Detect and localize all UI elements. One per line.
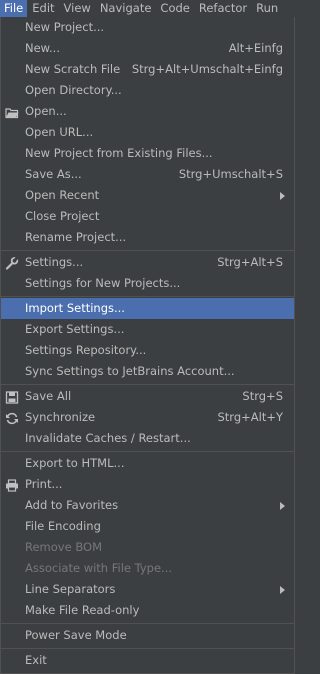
menu-item-label: Add to Favorites [25, 498, 119, 512]
menu-item-open[interactable]: Open... [1, 101, 294, 122]
save-icon [5, 390, 19, 404]
wrench-icon [5, 256, 19, 270]
menu-item-label: Save All [25, 389, 72, 403]
menu-item-open-directory[interactable]: Open Directory... [1, 80, 294, 101]
menu-item-make-read-only[interactable]: Make File Read-only [1, 600, 294, 621]
shortcut-label: Strg+Alt+Umschalt+Einfg [131, 62, 283, 76]
shortcut-label: Alt+Einfg [228, 41, 283, 55]
menu-item-label: Power Save Mode [25, 628, 127, 642]
menu-refactor[interactable]: Refactor [195, 0, 251, 17]
menu-item-new[interactable]: New... Alt+Einfg [1, 38, 294, 59]
menu-item-label: New Project from Existing Files... [25, 146, 213, 160]
menu-item-new-scratch-file[interactable]: New Scratch File Strg+Alt+Umschalt+Einfg [1, 59, 294, 80]
menu-item-new-project-from-existing[interactable]: New Project from Existing Files... [1, 143, 294, 164]
menu-item-label: New... [25, 41, 60, 55]
submenu-arrow-icon [280, 502, 285, 510]
printer-icon [5, 478, 19, 492]
menu-item-label: Print... [25, 477, 63, 491]
menu-item-power-save-mode[interactable]: Power Save Mode [1, 625, 294, 646]
menu-item-export-settings[interactable]: Export Settings... [1, 319, 294, 340]
menu-item-settings-repository[interactable]: Settings Repository... [1, 340, 294, 361]
menu-item-synchronize[interactable]: Synchronize Strg+Alt+Y [1, 407, 294, 428]
submenu-arrow-icon [280, 586, 285, 594]
menu-item-open-url[interactable]: Open URL... [1, 122, 294, 143]
menu-item-label: Settings... [25, 255, 84, 269]
menu-item-import-settings[interactable]: Import Settings... [1, 298, 294, 319]
menu-item-remove-bom: Remove BOM [1, 537, 294, 558]
submenu-arrow-icon [280, 192, 285, 200]
menu-item-label: Open Recent [25, 188, 100, 202]
menu-item-export-html[interactable]: Export to HTML... [1, 453, 294, 474]
menu-item-file-encoding[interactable]: File Encoding [1, 516, 294, 537]
menu-item-label: Line Separators [25, 582, 116, 596]
menu-item-label: Invalidate Caches / Restart... [25, 431, 191, 445]
menu-code[interactable]: Code [156, 0, 193, 17]
menu-item-label: Rename Project... [25, 230, 127, 244]
menu-item-label: New Project... [25, 20, 105, 34]
menu-separator [1, 384, 294, 385]
menu-item-new-project[interactable]: New Project... [1, 17, 294, 38]
menu-run[interactable]: Run [252, 0, 282, 17]
file-menu-dropdown: New Project... New... Alt+Einfg New Scratch… [0, 17, 295, 674]
menu-item-save-as[interactable]: Save As... Strg+Umschalt+S [1, 164, 294, 185]
menu-separator [1, 623, 294, 624]
menu-item-label: Import Settings... [25, 301, 125, 315]
menu-item-close-project[interactable]: Close Project [1, 206, 294, 227]
menu-file[interactable]: File [0, 0, 28, 17]
menu-item-label: Settings Repository... [25, 343, 147, 357]
menu-item-label: Synchronize [25, 410, 96, 424]
menu-edit[interactable]: Edit [28, 0, 58, 17]
menu-item-add-to-favorites[interactable]: Add to Favorites [1, 495, 294, 516]
menu-item-save-all[interactable]: Save All Strg+S [1, 386, 294, 407]
menu-item-label: Open... [25, 104, 67, 118]
menu-item-label: File Encoding [25, 519, 101, 533]
menu-item-line-separators[interactable]: Line Separators [1, 579, 294, 600]
menu-separator [1, 451, 294, 452]
menu-item-label: Exit [25, 653, 47, 667]
menu-item-rename-project[interactable]: Rename Project... [1, 227, 294, 248]
menu-separator [1, 296, 294, 297]
shortcut-label: Strg+Umschalt+S [178, 167, 283, 181]
menu-item-open-recent[interactable]: Open Recent [1, 185, 294, 206]
menu-item-label: Save As... [25, 167, 82, 181]
menu-item-invalidate-caches[interactable]: Invalidate Caches / Restart... [1, 428, 294, 449]
menu-item-label: Remove BOM [25, 540, 102, 554]
sync-icon [5, 411, 19, 425]
menu-item-label: Sync Settings to JetBrains Account... [25, 364, 235, 378]
menu-separator [1, 250, 294, 251]
menu-item-label: Make File Read-only [25, 603, 140, 617]
menu-item-label: Export Settings... [25, 322, 125, 336]
menu-item-settings-new-projects[interactable]: Settings for New Projects... [1, 273, 294, 294]
menu-item-exit[interactable]: Exit [1, 650, 294, 671]
menu-separator [1, 648, 294, 649]
menu-item-sync-settings[interactable]: Sync Settings to JetBrains Account... [1, 361, 294, 382]
menu-item-label: Open Directory... [25, 83, 122, 97]
menu-item-print[interactable]: Print... [1, 474, 294, 495]
menu-item-label: Settings for New Projects... [25, 276, 181, 290]
folder-icon [5, 105, 19, 119]
menu-navigate[interactable]: Navigate [96, 0, 156, 17]
shortcut-label: Strg+Alt+Y [217, 410, 283, 424]
menu-item-label: Close Project [25, 209, 100, 223]
menu-item-settings[interactable]: Settings... Strg+Alt+S [1, 252, 294, 273]
shortcut-label: Strg+Alt+S [217, 255, 283, 269]
menu-item-label: Associate with File Type... [25, 561, 173, 575]
menu-item-label: Open URL... [25, 125, 94, 139]
menu-item-label: New Scratch File [25, 62, 121, 76]
menu-bar: File Edit View Navigate Code Refactor Run [0, 0, 295, 17]
menu-view[interactable]: View [60, 0, 95, 17]
menu-item-label: Export to HTML... [25, 456, 125, 470]
shortcut-label: Strg+S [242, 389, 283, 403]
menu-item-associate-file-type: Associate with File Type... [1, 558, 294, 579]
